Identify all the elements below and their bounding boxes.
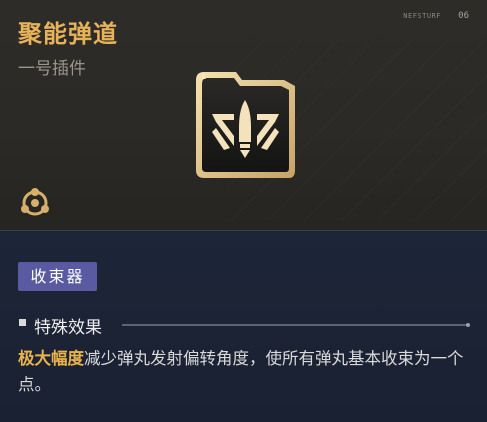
tag-badge: 收束器 [18,262,97,291]
plugin-subtitle: 一号插件 [18,59,86,79]
plugin-card: 聚能弹道 一号插件 NEFSTURF 06 1 收束器 特殊效果 极大幅度减少弹… [0,0,487,422]
effect-description: 极大幅度减少弹丸发射偏转角度，使所有弹丸基本收束为一个点。 [18,346,474,398]
section-title: 特殊效果 [34,318,102,338]
hexagon-module-icon [18,186,52,220]
plugin-chip-image: 1 [194,70,297,180]
section-divider [122,323,470,327]
plugin-header-panel: 聚能弹道 一号插件 NEFSTURF 06 1 [0,0,487,230]
effect-text: 减少弹丸发射偏转角度，使所有弹丸基本收束为一个点。 [18,349,464,394]
bullet-emblem-icon [196,72,295,178]
effect-highlight: 极大幅度 [18,349,84,368]
section-marker [19,319,26,326]
corner-number: 06 [458,11,469,21]
corner-tag: NEFSTURF [403,12,441,20]
plugin-title: 聚能弹道 [18,20,118,48]
chip-level: 1 [200,72,207,82]
